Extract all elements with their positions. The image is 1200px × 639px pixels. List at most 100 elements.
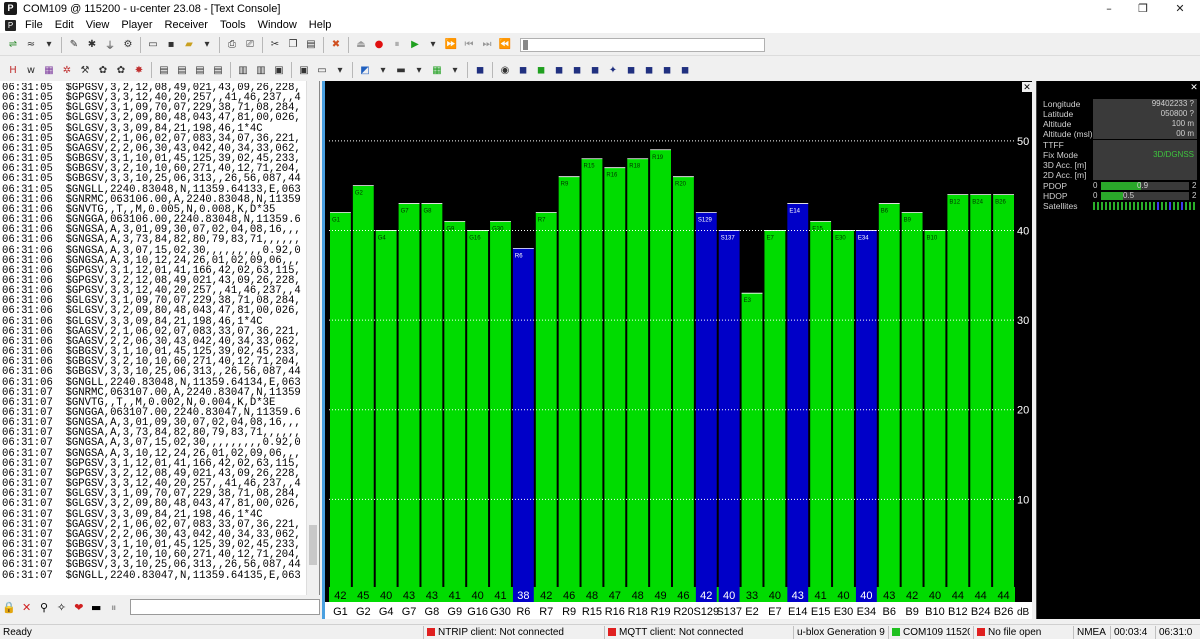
open-folder-icon[interactable]: ▰ — [181, 37, 197, 53]
minimize-button[interactable]: – — [1092, 0, 1126, 17]
panel-icon[interactable]: ▭ — [314, 62, 330, 78]
clear-console-icon[interactable]: ✕ — [19, 600, 33, 615]
table-icon[interactable]: ▦ — [429, 62, 445, 78]
close-button[interactable]: ✕ — [1163, 0, 1197, 17]
document-icon[interactable]: P — [5, 19, 16, 31]
player-slider-thumb[interactable] — [523, 39, 528, 50]
menu-receiver[interactable]: Receiver — [159, 19, 214, 31]
menu-window[interactable]: Window — [252, 19, 303, 31]
messages-icon[interactable]: ▦ — [41, 62, 57, 78]
gauge-icon[interactable]: ◼ — [569, 62, 585, 78]
menu-file[interactable]: File — [19, 19, 49, 31]
deviation-icon[interactable]: ✿ — [113, 62, 129, 78]
tracking-icon[interactable]: ◼ — [623, 62, 639, 78]
satellite-tick — [1109, 202, 1111, 210]
hex-view-icon[interactable]: H — [5, 62, 21, 78]
logo-icon[interactable]: ◼ — [677, 62, 693, 78]
new-file-icon[interactable]: ▭ — [145, 37, 161, 53]
player-slider[interactable] — [520, 37, 765, 52]
satellite-level-icon[interactable]: ◼ — [533, 62, 549, 78]
bar-inner-label: R18 — [629, 164, 641, 170]
dropdown-icon[interactable]: ▾ — [411, 62, 427, 78]
statistics-icon[interactable]: ✿ — [95, 62, 111, 78]
paste-icon[interactable]: ▤ — [303, 37, 319, 53]
acc2d-row: 2D Acc. [m] — [1043, 170, 1198, 180]
pause-icon[interactable]: ⏸ — [389, 37, 405, 53]
cut-icon[interactable]: ✂ — [267, 37, 283, 53]
signal-icon[interactable]: ◼ — [515, 62, 531, 78]
latitude-row: Latitude 050800 ? — [1043, 109, 1198, 119]
step-forward-icon[interactable]: ⏭ — [479, 37, 495, 53]
console-command-input[interactable] — [129, 599, 321, 615]
dropdown-icon[interactable]: ▾ — [447, 62, 463, 78]
hdop-min: 0 — [1093, 191, 1098, 200]
toolbar-separator — [467, 62, 468, 78]
console-scrollbar-thumb[interactable] — [309, 525, 317, 565]
wand-icon[interactable]: ✎ — [66, 37, 82, 53]
dropdown-icon[interactable]: ▾ — [41, 37, 57, 53]
wave-view-icon[interactable]: w — [23, 62, 39, 78]
record-icon[interactable]: ● — [371, 37, 387, 53]
docs-icon[interactable]: ▤ — [174, 62, 190, 78]
dropdown-icon[interactable]: ▾ — [199, 37, 215, 53]
pause-console-icon[interactable]: ⏸ — [106, 600, 120, 615]
step-back-icon[interactable]: ⏮ — [461, 37, 477, 53]
clear-icon[interactable]: ✖ — [328, 37, 344, 53]
play-icon[interactable]: ▶ — [407, 37, 423, 53]
baudrate-icon[interactable]: ≈ — [23, 37, 39, 53]
restore-button[interactable]: ❐ — [1126, 0, 1160, 17]
copy-icon[interactable]: ❐ — [285, 37, 301, 53]
text-console[interactable]: 06:31:05 $GPGSV,3,2,12,08,49,021,43,09,2… — [0, 81, 320, 595]
fast-forward-icon[interactable]: ⏩ — [443, 37, 459, 53]
menu-player[interactable]: Player — [115, 19, 158, 31]
console-scrollbar[interactable] — [306, 81, 319, 595]
lock-icon[interactable]: 🔒 — [2, 600, 16, 615]
docs-icon[interactable]: ▤ — [210, 62, 226, 78]
options-icon[interactable]: ▬ — [89, 600, 103, 615]
filter-icon[interactable]: ⚲ — [37, 600, 51, 615]
chart-icon[interactable]: ◩ — [357, 62, 373, 78]
menu-edit[interactable]: Edit — [49, 19, 80, 31]
docs-icon[interactable]: ▤ — [192, 62, 208, 78]
toolbar-separator — [348, 36, 349, 53]
antenna-icon[interactable]: ⏚ — [102, 37, 118, 53]
dropdown-icon[interactable]: ▾ — [375, 62, 391, 78]
docs-icon[interactable]: ▤ — [156, 62, 172, 78]
color-icon[interactable]: ✧ — [54, 600, 68, 615]
compass-icon[interactable]: ◉ — [497, 62, 513, 78]
print-preview-icon[interactable]: ⎚ — [242, 37, 258, 53]
window-cascade-icon[interactable]: ▣ — [271, 62, 287, 78]
dropdown-icon[interactable]: ▾ — [425, 37, 441, 53]
window-tile-icon[interactable]: ▥ — [235, 62, 251, 78]
satellite-tick — [1169, 202, 1171, 210]
print-icon[interactable]: ⎙ — [224, 37, 240, 53]
settings-icon[interactable]: ⚙ — [120, 37, 136, 53]
console-icon[interactable]: ▣ — [296, 62, 312, 78]
fix-icon[interactable]: ✸ — [131, 62, 147, 78]
menu-tools[interactable]: Tools — [214, 19, 252, 31]
dropdown-icon[interactable]: ▾ — [332, 62, 348, 78]
star-icon[interactable]: ✦ — [605, 62, 621, 78]
deviation-map-icon[interactable]: ◼ — [659, 62, 675, 78]
menu-view[interactable]: View — [80, 19, 116, 31]
chart-close-icon[interactable]: ✕ — [1022, 82, 1032, 92]
save-icon[interactable]: ▪ — [163, 37, 179, 53]
eject-icon[interactable]: ⏏ — [353, 37, 369, 53]
fix-mode-value: 3D/DGNSS — [1093, 150, 1197, 160]
histogram-icon[interactable]: ▬ — [393, 62, 409, 78]
satellite-icon[interactable]: ✲ — [59, 62, 75, 78]
record-log-icon[interactable]: ❤ — [72, 600, 86, 615]
clock-icon[interactable]: ◼ — [587, 62, 603, 78]
debug-icon[interactable]: ✱ — [84, 37, 100, 53]
data-view-close-icon[interactable]: ✕ — [1189, 82, 1199, 92]
map-icon[interactable]: ◼ — [472, 62, 488, 78]
rewind-icon[interactable]: ⏪ — [497, 37, 513, 53]
sky-view-icon[interactable]: ◼ — [551, 62, 567, 78]
window-tile-icon[interactable]: ▥ — [253, 62, 269, 78]
menu-help[interactable]: Help — [303, 19, 338, 31]
camera-icon[interactable]: ◼ — [641, 62, 657, 78]
connection-icon[interactable]: ⇌ — [5, 37, 21, 53]
bar-value-label: 40 — [380, 590, 392, 602]
config-icon[interactable]: ⚒ — [77, 62, 93, 78]
bar-value-label: 43 — [403, 590, 415, 602]
